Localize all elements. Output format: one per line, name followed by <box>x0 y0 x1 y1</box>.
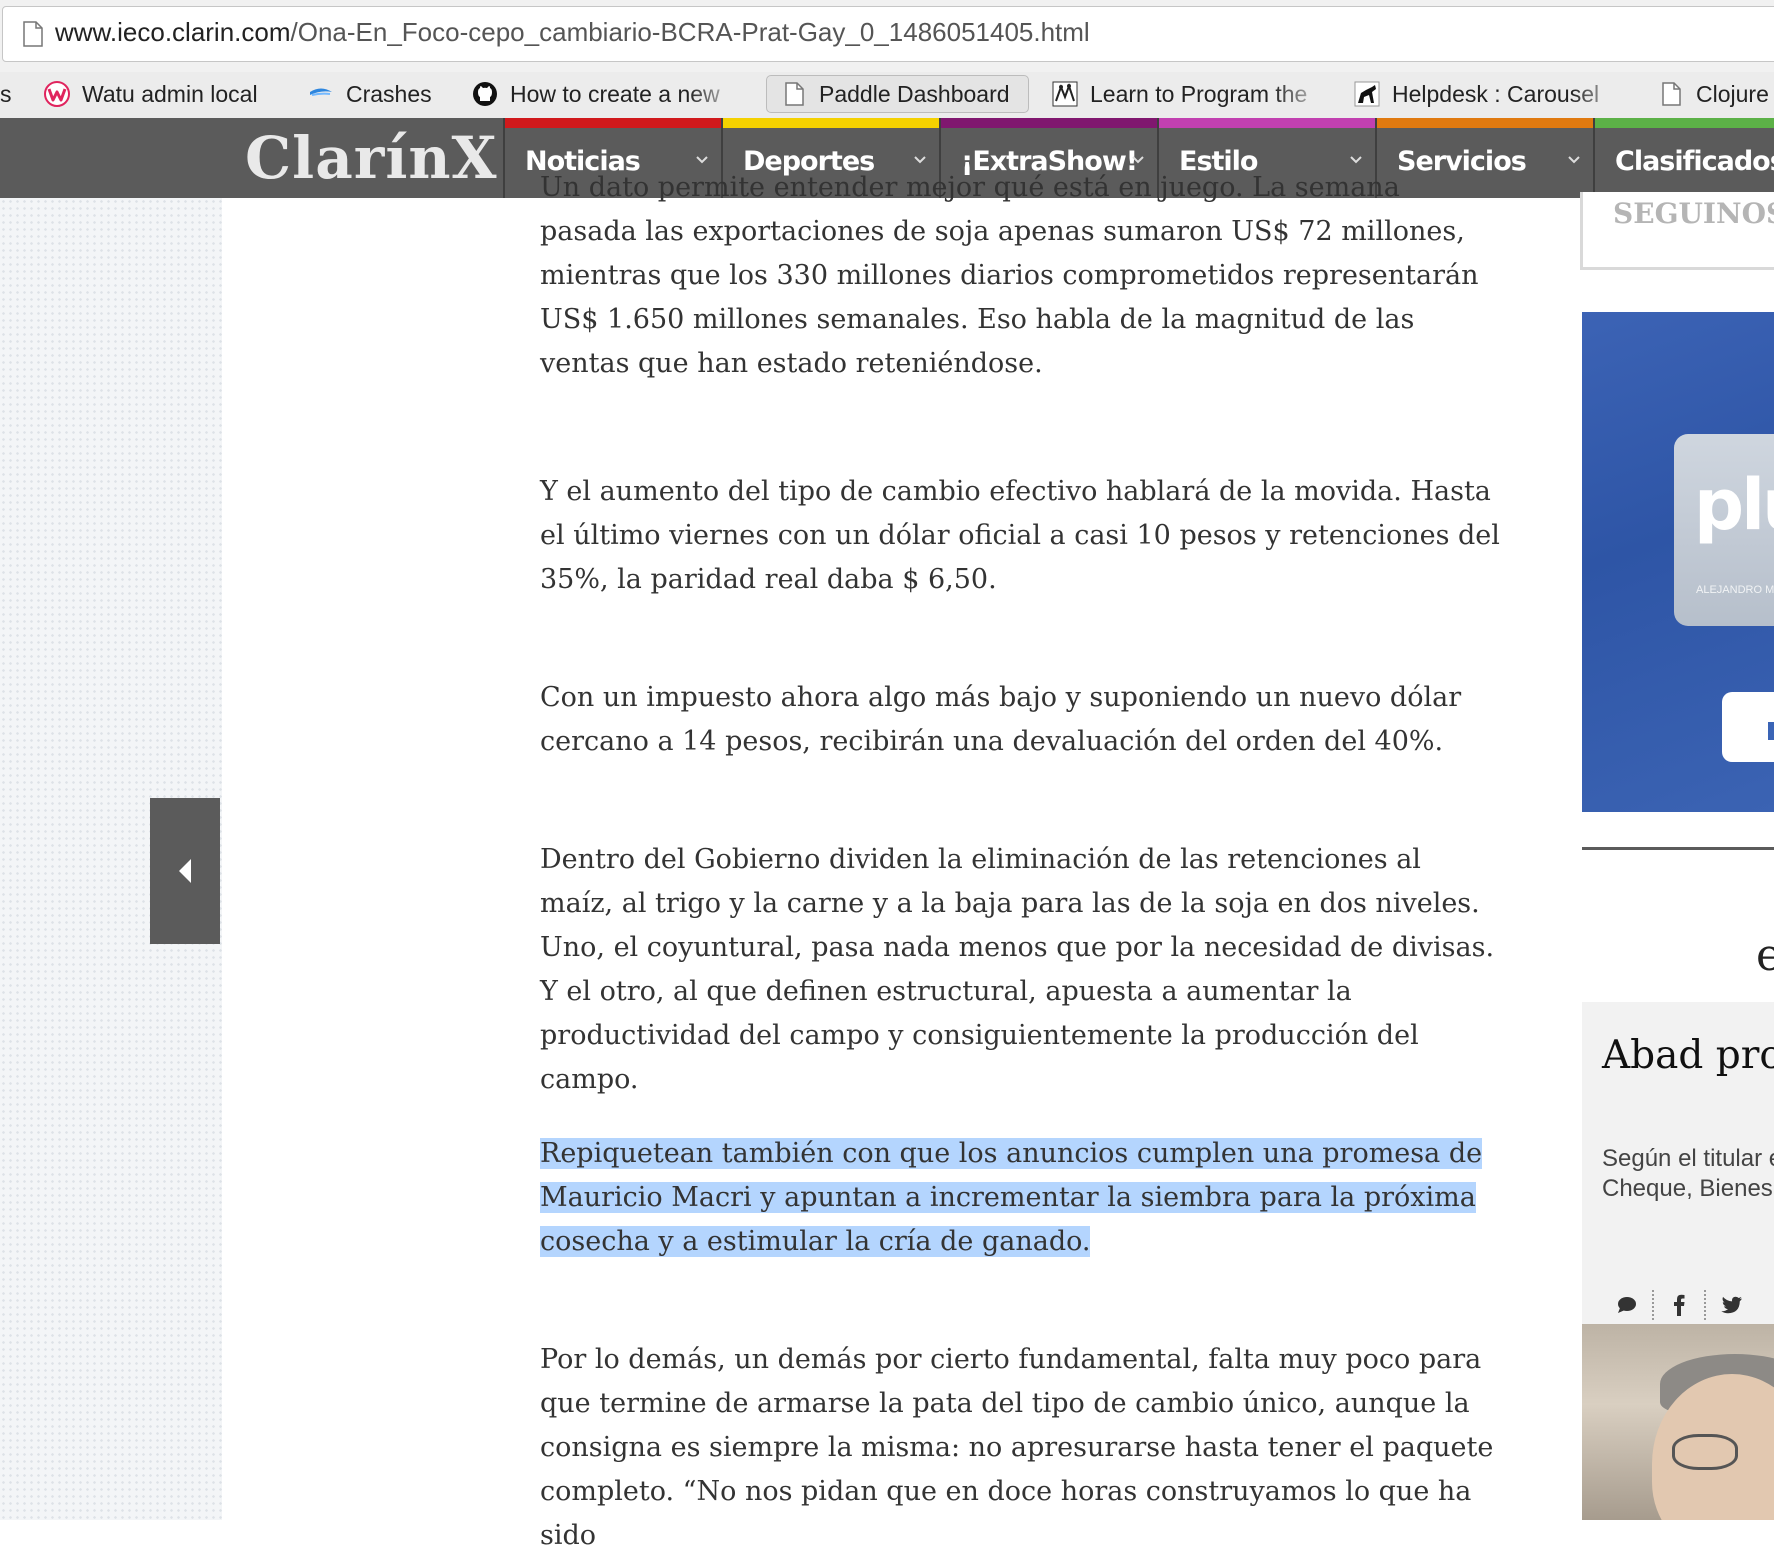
bookmark-label: Paddle Dashboard <box>819 80 1010 107</box>
learn-program-icon <box>1052 81 1078 107</box>
bookmark-label: Watu admin local <box>82 80 258 107</box>
nav-label: Clasificados <box>1615 146 1774 177</box>
url-domain: www.ieco.clarin.com <box>55 17 291 47</box>
url-field[interactable]: www.ieco.clarin.com/Ona-En_Foco-cepo_cam… <box>2 6 1774 62</box>
news-card-photo <box>1582 1324 1774 1520</box>
article-paragraph: Dentro del Gobierno dividen la eliminaci… <box>540 844 1495 1095</box>
page-icon <box>785 82 804 106</box>
crashes-icon <box>310 88 332 96</box>
follow-label: SEGUINOS <box>1613 197 1774 230</box>
nav-color-strip <box>505 118 721 128</box>
bookmark-helpdesk-carousel[interactable]: Helpdesk : Carousel <box>1354 75 1626 113</box>
sidebar-divider <box>1582 847 1774 850</box>
ad-card-text: plu <box>1694 464 1774 546</box>
clarin-logo[interactable]: ClarínX <box>245 124 498 192</box>
bookmark-watu-admin[interactable]: Watu admin local <box>44 75 258 113</box>
bookmark-label: s <box>0 80 12 107</box>
url-text: www.ieco.clarin.com/Ona-En_Foco-cepo_cam… <box>55 17 1090 48</box>
ad-card-small-text: ALEJANDRO M 20082500 0022 <box>1696 584 1774 596</box>
nav-color-strip <box>1159 118 1375 128</box>
helpdesk-icon <box>1354 81 1380 107</box>
article-paragraph-selected: Repiquetean también con que los anuncios… <box>540 1132 1500 1264</box>
credit-card-image: plu ALEJANDRO M 20082500 0022 <box>1674 434 1774 626</box>
bookmark-label: How to create a new <box>510 80 720 107</box>
nav-color-strip <box>723 118 939 128</box>
bookmark-label: Helpdesk : Carousel <box>1392 80 1600 107</box>
url-path: /Ona-En_Foco-cepo_cambiario-BCRA-Prat-Ga… <box>290 17 1090 47</box>
bookmark-crashes[interactable]: Crashes <box>308 75 432 113</box>
watu-logo-icon <box>44 81 70 107</box>
bookmark-how-to-create[interactable]: How to create a new <box>472 75 742 113</box>
article-paragraph: Con un impuesto ahora algo más bajo y su… <box>540 682 1462 757</box>
nav-color-strip <box>1377 118 1593 128</box>
selected-text: Repiquetean también con que los anuncios… <box>540 1138 1483 1257</box>
nav-clasificados[interactable]: Clasificados <box>1593 118 1774 198</box>
bookmark-label: Learn to Program the <box>1090 80 1308 107</box>
article-paragraph: Un dato permite entender mejor qué está … <box>540 172 1479 379</box>
news-card[interactable]: Abad pro monotrib Según el titular estud… <box>1582 1002 1774 1520</box>
social-share-bar <box>1602 1290 1758 1320</box>
article-paragraph: Por lo demás, un demás por cierto fundam… <box>540 1344 1494 1551</box>
arrow-left-icon <box>179 859 191 883</box>
twitter-icon[interactable] <box>1706 1290 1758 1320</box>
chevron-down-icon <box>1568 156 1580 164</box>
browser-address-bar: www.ieco.clarin.com/Ona-En_Foco-cepo_cam… <box>0 0 1774 72</box>
github-icon <box>473 82 497 106</box>
photo-detail <box>1672 1434 1738 1470</box>
bookmark-learn-to-program[interactable]: Learn to Program the <box>1052 75 1328 113</box>
news-card-summary: Según el titular estudio modific Cheque,… <box>1602 1145 1774 1202</box>
follow-us-box: SEGUINOS <box>1580 192 1774 270</box>
advertisement-banner[interactable]: plu ALEJANDRO M 20082500 0022 <box>1582 312 1774 812</box>
comment-icon[interactable] <box>1602 1290 1654 1320</box>
ad-button-icon <box>1768 722 1774 740</box>
facebook-icon[interactable] <box>1654 1290 1706 1320</box>
bookmark-item[interactable]: s <box>0 75 14 113</box>
article-paragraph: Y el aumento del tipo de cambio efectivo… <box>540 476 1500 595</box>
ad-button[interactable] <box>1722 692 1774 762</box>
sidebar-heading-fragment: e <box>1756 930 1774 981</box>
previous-article-button[interactable] <box>150 798 220 944</box>
bookmark-clojure[interactable]: Clojure <box>1658 75 1769 113</box>
bookmark-label: Crashes <box>346 80 432 107</box>
page-icon <box>23 21 43 47</box>
bookmark-paddle-dashboard[interactable]: Paddle Dashboard <box>766 75 1029 113</box>
news-card-title[interactable]: Abad pro monotrib <box>1602 1032 1774 1080</box>
nav-color-strip <box>941 118 1157 128</box>
bookmark-label: Clojure <box>1696 80 1769 107</box>
nav-color-strip <box>1595 118 1774 128</box>
page-icon <box>1662 82 1681 106</box>
bookmarks-bar: s Watu admin local Crashes How to create… <box>0 72 1774 119</box>
